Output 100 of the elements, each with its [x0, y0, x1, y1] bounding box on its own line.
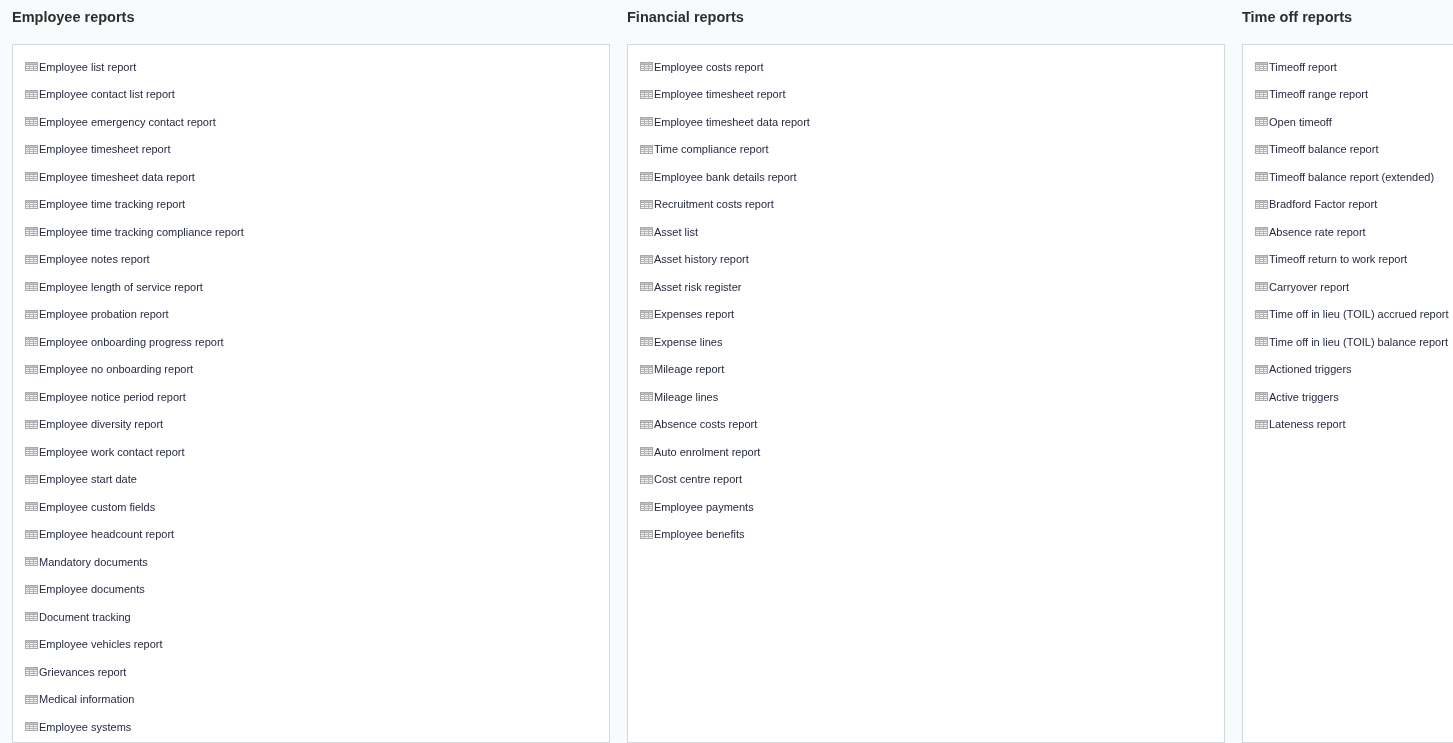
report-link[interactable]: Employee costs report: [640, 59, 764, 74]
report-link[interactable]: Actioned triggers: [1255, 362, 1352, 377]
report-link[interactable]: Employee vehicles report: [25, 637, 163, 652]
report-link[interactable]: Employee payments: [640, 499, 754, 514]
report-link[interactable]: Employee work contact report: [25, 444, 185, 459]
table-icon: [25, 529, 38, 539]
table-icon: [640, 172, 653, 182]
report-link[interactable]: Employee onboarding progress report: [25, 334, 224, 349]
report-link[interactable]: Employee notice period report: [25, 389, 186, 404]
report-link[interactable]: Employee list report: [25, 59, 137, 74]
report-link[interactable]: Recruitment costs report: [640, 197, 774, 212]
report-link[interactable]: Employee probation report: [25, 307, 169, 322]
table-icon: [1255, 254, 1268, 264]
table-icon: [640, 419, 653, 429]
table-icon: [25, 612, 38, 622]
table-icon: [1255, 282, 1268, 292]
report-link[interactable]: Employee bank details report: [640, 169, 797, 184]
report-link[interactable]: Document tracking: [25, 609, 131, 624]
table-icon: [1255, 309, 1268, 319]
table-icon: [1255, 117, 1268, 127]
report-link[interactable]: Active triggers: [1255, 389, 1339, 404]
table-icon: [640, 337, 653, 347]
report-link[interactable]: Cost centre report: [640, 472, 743, 487]
report-link[interactable]: Bradford Factor report: [1255, 197, 1378, 212]
table-icon: [640, 227, 653, 237]
report-link[interactable]: Timeoff return to work report: [1255, 252, 1408, 267]
table-icon: [640, 364, 653, 374]
table-icon: [25, 447, 38, 457]
table-icon: [1255, 337, 1268, 347]
table-icon: [1255, 392, 1268, 402]
table-icon: [640, 282, 653, 292]
table-icon: [25, 474, 38, 484]
report-link[interactable]: Employee timesheet report: [640, 87, 786, 102]
table-icon: [25, 144, 38, 154]
report-link[interactable]: Absence costs report: [640, 417, 758, 432]
table-icon: [1255, 62, 1268, 72]
report-link[interactable]: Time compliance report: [640, 142, 769, 157]
table-icon: [640, 89, 653, 99]
report-link[interactable]: Grievances report: [25, 664, 127, 679]
report-link[interactable]: Employee notes report: [25, 252, 150, 267]
report-link[interactable]: Employee documents: [25, 582, 145, 597]
table-icon: [640, 502, 653, 512]
report-link[interactable]: Employee systems: [25, 719, 132, 734]
report-link[interactable]: Expenses report: [640, 307, 735, 322]
report-link[interactable]: Mileage report: [640, 362, 725, 377]
table-icon: [25, 419, 38, 429]
report-link[interactable]: Mandatory documents: [25, 554, 148, 569]
report-link[interactable]: Employee contact list report: [25, 87, 175, 102]
table-icon: [25, 364, 38, 374]
report-link[interactable]: Employee timesheet data report: [25, 169, 195, 184]
report-link[interactable]: Employee benefits: [640, 527, 745, 542]
report-link[interactable]: Timeoff range report: [1255, 87, 1369, 102]
report-link[interactable]: Employee timesheet data report: [640, 114, 810, 129]
table-icon: [1255, 199, 1268, 209]
section-heading: Financial reports: [627, 8, 744, 27]
report-link[interactable]: Employee no onboarding report: [25, 362, 194, 377]
table-icon: [640, 447, 653, 457]
report-link[interactable]: Timeoff balance report (extended): [1255, 169, 1435, 184]
report-link[interactable]: Medical information: [25, 692, 135, 707]
table-icon: [1255, 419, 1268, 429]
report-link[interactable]: Employee headcount report: [25, 527, 175, 542]
report-link[interactable]: Timeoff balance report: [1255, 142, 1379, 157]
report-link[interactable]: Lateness report: [1255, 417, 1346, 432]
table-icon: [640, 62, 653, 72]
table-icon: [25, 309, 38, 319]
report-link[interactable]: Asset risk register: [640, 279, 742, 294]
report-link[interactable]: Expense lines: [640, 334, 723, 349]
table-icon: [1255, 172, 1268, 182]
report-link[interactable]: Carryover report: [1255, 279, 1350, 294]
report-link[interactable]: Employee start date: [25, 472, 137, 487]
report-link[interactable]: Absence rate report: [1255, 224, 1366, 239]
report-link[interactable]: Time off in lieu (TOIL) accrued report: [1255, 307, 1449, 322]
report-link[interactable]: Time off in lieu (TOIL) balance report: [1255, 334, 1448, 349]
report-link[interactable]: Employee timesheet report: [25, 142, 171, 157]
report-link[interactable]: Employee time tracking report: [25, 197, 186, 212]
report-link[interactable]: Employee time tracking compliance report: [25, 224, 244, 239]
table-icon: [25, 117, 38, 127]
report-link[interactable]: Auto enrolment report: [640, 444, 761, 459]
report-link[interactable]: Employee custom fields: [25, 499, 156, 514]
table-icon: [25, 557, 38, 567]
report-link[interactable]: Employee length of service report: [25, 279, 203, 294]
report-link[interactable]: Asset list: [640, 224, 698, 239]
table-icon: [25, 199, 38, 209]
table-icon: [25, 392, 38, 402]
report-link[interactable]: Employee emergency contact report: [25, 114, 216, 129]
table-icon: [25, 722, 38, 732]
table-icon: [25, 89, 38, 99]
table-icon: [25, 337, 38, 347]
report-link[interactable]: Open timeoff: [1255, 114, 1332, 129]
report-link[interactable]: Asset history report: [640, 252, 749, 267]
table-icon: [25, 282, 38, 292]
table-icon: [25, 667, 38, 677]
table-icon: [25, 639, 38, 649]
section-heading: Time off reports: [1242, 8, 1353, 27]
report-link[interactable]: Mileage lines: [640, 389, 719, 404]
report-link[interactable]: Employee diversity report: [25, 417, 164, 432]
table-icon: [25, 694, 38, 704]
report-link[interactable]: Timeoff report: [1255, 59, 1337, 74]
table-icon: [1255, 364, 1268, 374]
table-icon: [640, 474, 653, 484]
